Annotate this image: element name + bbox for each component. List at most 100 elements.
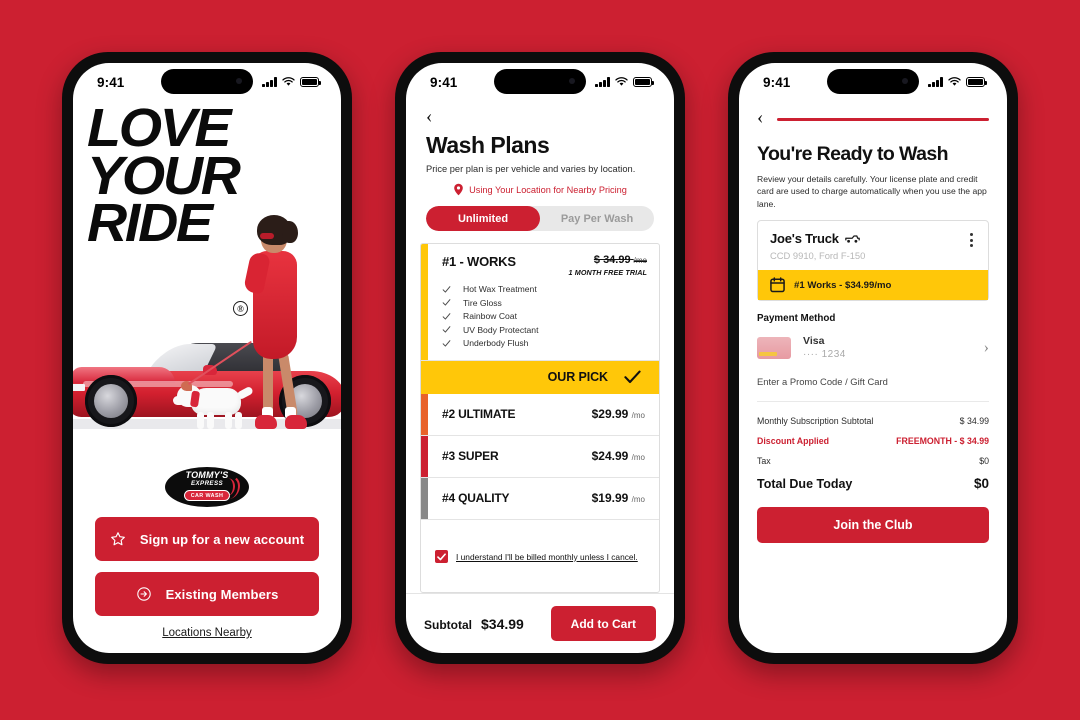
page-subtitle: Price per plan is per vehicle and varies… bbox=[426, 164, 636, 174]
plan-works-header: #1 - WORKS $ 34.99 /mo 1 MONTH FREE TRIA… bbox=[442, 254, 647, 277]
plan-type-segmented-control[interactable]: Unlimited Pay Per Wash bbox=[426, 206, 654, 231]
check-icon bbox=[442, 339, 451, 347]
dynamic-island bbox=[161, 69, 253, 94]
status-bar: 9:41 bbox=[406, 63, 674, 101]
total-row-tax: Tax $0 bbox=[757, 456, 989, 466]
cellular-bars-icon bbox=[262, 77, 277, 87]
tab-pay-per-wash[interactable]: Pay Per Wash bbox=[540, 206, 654, 231]
phone-mockup-home: 9:41 LOVE YOUR RIDE ® TOMMY'S EXPRESS CA… bbox=[62, 52, 352, 664]
back-button-icon[interactable]: ‹ bbox=[757, 106, 767, 133]
plan-works-trial-note: 1 MONTH FREE TRIAL bbox=[568, 268, 647, 277]
map-pin-icon bbox=[454, 183, 463, 196]
battery-icon bbox=[633, 77, 654, 87]
our-pick-label: OUR PICK bbox=[547, 370, 608, 384]
promo-code-field[interactable]: Enter a Promo Code / Gift Card bbox=[757, 376, 989, 403]
screen-home: 9:41 LOVE YOUR RIDE ® TOMMY'S EXPRESS CA… bbox=[73, 63, 341, 653]
page-subtitle: Review your details carefully. Your lice… bbox=[757, 174, 987, 209]
subtotal-group: Subtotal $34.99 bbox=[424, 616, 524, 632]
join-the-club-button[interactable]: Join the Club bbox=[757, 507, 989, 544]
plan-stripe-works bbox=[421, 244, 428, 360]
dog-leg bbox=[197, 412, 204, 429]
plan-row-ultimate[interactable]: #2 ULTIMATE $29.99 /mo bbox=[421, 393, 659, 436]
signup-button[interactable]: Sign up for a new account bbox=[95, 517, 319, 561]
locations-nearby-link[interactable]: Locations Nearby bbox=[95, 627, 319, 639]
billing-acknowledgement-label[interactable]: I understand I'll be billed monthly unle… bbox=[456, 552, 638, 562]
star-icon bbox=[110, 532, 125, 546]
woman-shoe bbox=[285, 415, 307, 429]
vehicle-summary: Joe's Truck CCD 9910, Ford F-150 bbox=[758, 221, 988, 270]
truck-icon bbox=[845, 235, 860, 243]
chevron-right-icon[interactable]: › bbox=[984, 339, 989, 357]
screen-wash-plans: 9:41 ‹ Wash Plans Price per plan is per … bbox=[406, 63, 674, 653]
selected-plan-label: #1 Works - $34.99/mo bbox=[794, 279, 892, 291]
total-key: Discount Applied bbox=[757, 436, 830, 447]
check-icon bbox=[442, 285, 451, 293]
brand-logo-container: TOMMY'S EXPRESS CAR WASH bbox=[73, 457, 341, 513]
totals-section: Monthly Subscription Subtotal $ 34.99 Di… bbox=[757, 402, 989, 491]
plan-stripe-super bbox=[421, 435, 428, 477]
page-title: Wash Plans bbox=[426, 132, 550, 158]
plan-row-quality[interactable]: #4 QUALITY $19.99 /mo bbox=[421, 477, 659, 520]
phone-mockup-checkout: 9:41 ‹ You're Ready to Wash Review your … bbox=[728, 52, 1018, 664]
total-row-subscription: Monthly Subscription Subtotal $ 34.99 bbox=[757, 416, 989, 426]
home-content: LOVE YOUR RIDE ® TOMMY'S EXPRESS CAR WAS… bbox=[73, 101, 341, 653]
status-bar: 9:41 bbox=[739, 63, 1007, 101]
add-to-cart-button[interactable]: Add to Cart bbox=[550, 606, 656, 641]
plan-works-name: #1 - WORKS bbox=[442, 254, 516, 269]
plan-feature-item: Rainbow Coat bbox=[442, 311, 647, 321]
payment-method-row[interactable]: Visa ···· 1234 › bbox=[757, 335, 989, 360]
tab-unlimited[interactable]: Unlimited bbox=[426, 206, 540, 231]
plan-works-content: #1 - WORKS $ 34.99 /mo 1 MONTH FREE TRIA… bbox=[428, 244, 659, 360]
existing-members-button[interactable]: Existing Members bbox=[95, 572, 319, 616]
subtotal-value: $34.99 bbox=[481, 615, 524, 632]
plan-super-price-unit: /mo bbox=[631, 453, 645, 462]
payment-method-title: Payment Method bbox=[757, 313, 836, 325]
wash-plans-content: ‹ Wash Plans Price per plan is per vehic… bbox=[406, 101, 674, 653]
plan-row-super[interactable]: #3 SUPER $24.99 /mo bbox=[421, 435, 659, 478]
payment-brand: Visa bbox=[803, 335, 825, 348]
vehicle-name-row: Joe's Truck bbox=[770, 231, 865, 246]
status-time: 9:41 bbox=[430, 74, 458, 90]
plan-works-pricing: $ 34.99 /mo 1 MONTH FREE TRIAL bbox=[569, 254, 647, 277]
billing-checkbox[interactable] bbox=[435, 550, 448, 564]
phone-mockup-wash-plans: 9:41 ‹ Wash Plans Price per plan is per … bbox=[395, 52, 685, 664]
vehicle-plate-details: CCD 9910, Ford F-150 bbox=[770, 250, 866, 262]
battery-icon bbox=[300, 77, 321, 87]
our-pick-banner[interactable]: OUR PICK bbox=[421, 360, 659, 394]
plan-quality-price-value: $19.99 bbox=[591, 491, 629, 505]
payment-method-text: Visa ···· 1234 bbox=[803, 335, 972, 360]
location-pricing-note[interactable]: Using Your Location for Nearby Pricing bbox=[426, 183, 654, 196]
plan-feature-label: Rainbow Coat bbox=[463, 311, 517, 321]
vehicle-card: Joe's Truck CCD 9910, Ford F-150 #1 Work… bbox=[757, 220, 989, 302]
status-icons bbox=[595, 77, 654, 87]
plan-feature-item: Tire Gloss bbox=[442, 298, 647, 308]
woman-hair bbox=[257, 215, 298, 245]
screen-checkout: 9:41 ‹ You're Ready to Wash Review your … bbox=[739, 63, 1007, 653]
plan-feature-label: UV Body Protectant bbox=[463, 324, 539, 335]
total-value: FREEMONTH - $ 34.99 bbox=[896, 436, 989, 447]
logo-line-1: TOMMY'S bbox=[185, 469, 229, 480]
billing-acknowledgement: I understand I'll be billed monthly unle… bbox=[421, 520, 659, 593]
checkout-content: ‹ You're Ready to Wash Review your detai… bbox=[739, 101, 1007, 653]
plan-stripe-quality bbox=[421, 477, 428, 519]
dog-leg bbox=[235, 412, 242, 429]
plan-feature-label: Hot Wax Treatment bbox=[463, 284, 537, 294]
status-icons bbox=[928, 77, 987, 87]
grand-total-key: Total Due Today bbox=[757, 477, 853, 492]
kebab-menu-icon[interactable] bbox=[967, 231, 976, 249]
plans-list: #1 - WORKS $ 34.99 /mo 1 MONTH FREE TRIA… bbox=[420, 243, 660, 593]
plan-quality-name: #4 QUALITY bbox=[442, 491, 510, 505]
total-row-grand: Total Due Today $0 bbox=[757, 476, 989, 491]
checkout-nav-row: ‹ bbox=[757, 106, 989, 133]
plan-ultimate-price-unit: /mo bbox=[631, 411, 645, 420]
logo-line-2: EXPRESS bbox=[190, 479, 224, 487]
plan-card-works[interactable]: #1 - WORKS $ 34.99 /mo 1 MONTH FREE TRIA… bbox=[421, 244, 659, 361]
status-icons bbox=[262, 77, 321, 87]
progress-bar bbox=[777, 118, 989, 121]
total-key: Tax bbox=[757, 456, 771, 467]
wifi-icon bbox=[948, 77, 961, 86]
signup-button-label: Sign up for a new account bbox=[139, 531, 305, 547]
selected-plan-banner[interactable]: #1 Works - $34.99/mo bbox=[758, 270, 988, 301]
total-value: $ 34.99 bbox=[959, 416, 989, 427]
back-button-icon[interactable]: ‹ bbox=[426, 105, 436, 132]
